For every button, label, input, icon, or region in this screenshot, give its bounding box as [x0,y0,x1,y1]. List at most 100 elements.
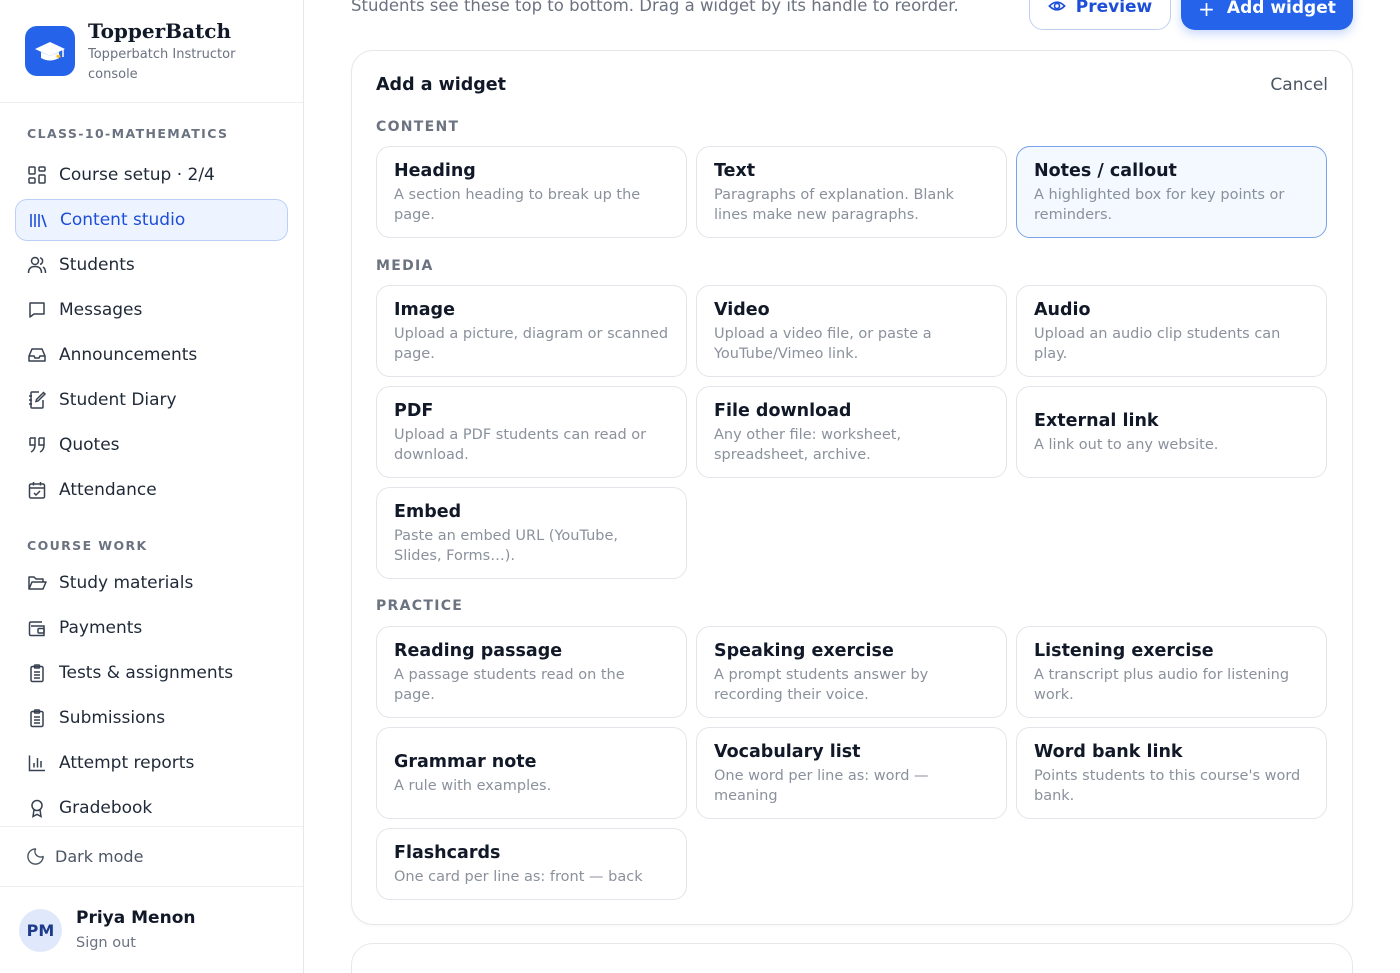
card-description: Upload a picture, diagram or scanned pag… [394,326,669,362]
card-description: A prompt students answer by recording th… [714,667,929,703]
sidebar: TopperBatch Topperbatch Instructor conso… [0,0,304,973]
card-title: Flashcards [394,843,501,863]
sidebar-item-students[interactable]: Students [15,244,288,286]
sidebar-item-label: Submissions [59,708,166,728]
brand-subtitle: Topperbatch Instructor console [88,47,236,82]
widget-card-image[interactable]: Image Upload a picture, diagram or scann… [376,285,687,377]
card-title: File download [714,401,852,421]
group-label-media: MEDIA [376,258,434,274]
avatar: PM [19,908,62,952]
add-widget-panel: Add a widget Cancel CONTENT Heading A se… [351,50,1353,925]
sidebar-item-label: Students [59,255,135,275]
clipboard-list-icon [26,662,48,684]
brand-name: TopperBatch [88,19,231,43]
card-description: A section heading to break up the page. [394,187,641,223]
card-description: A rule with examples. [394,778,552,794]
users-icon [26,254,48,276]
profile-name: Priya Menon [76,908,196,928]
message-icon [26,299,48,321]
brand-header: TopperBatch Topperbatch Instructor conso… [0,0,303,103]
calendar-check-icon [26,479,48,501]
sidebar-item-student-diary[interactable]: Student Diary [15,379,288,421]
widget-order-instruction: Students see these top to bottom. Drag a… [351,0,959,15]
widget-card-notes-callout[interactable]: Notes / callout A highlighted box for ke… [1016,146,1327,238]
plus-icon: + [1198,0,1215,21]
sidebar-item-label: Payments [59,618,143,638]
sidebar-item-label: Attempt reports [59,753,195,773]
card-title: Heading [394,161,476,181]
preview-label: Preview [1075,0,1153,17]
sidebar-item-payments[interactable]: Payments [15,607,288,649]
sidebar-item-content-studio[interactable]: Content studio [15,199,288,241]
sidebar-item-quotes[interactable]: Quotes [15,424,288,466]
sidebar-item-attendance[interactable]: Attendance [15,469,288,511]
widget-card-heading[interactable]: Heading A section heading to break up th… [376,146,687,238]
card-description: Upload a PDF students can read or downlo… [394,427,647,463]
inbox-icon [26,344,48,366]
sidebar-item-label: Attendance [59,480,157,500]
sidebar-item-label: Quotes [59,435,120,455]
wallet-icon [26,617,48,639]
widget-card-listening-exercise[interactable]: Listening exercise A transcript plus aud… [1016,626,1327,718]
folder-open-icon [26,572,48,594]
card-title: Listening exercise [1034,641,1214,661]
bar-chart-icon [26,752,48,774]
card-description: Upload an audio clip students can play. [1034,326,1281,362]
card-description: Any other file: worksheet, spreadsheet, … [714,427,902,463]
dark-mode-label: Dark mode [55,847,144,866]
widget-card-word-bank-link[interactable]: Word bank link Points students to this c… [1016,727,1327,819]
nav-section-course-work: COURSE WORK [27,538,148,553]
library-icon [27,209,49,231]
card-title: Notes / callout [1034,161,1177,181]
moon-icon [26,847,45,866]
widget-card-audio[interactable]: Audio Upload an audio clip students can … [1016,285,1327,377]
sidebar-item-label: Student Diary [59,390,177,410]
sidebar-item-tests-assignments[interactable]: Tests & assignments [15,652,288,694]
sidebar-item-announcements[interactable]: Announcements [15,334,288,376]
card-title: Video [714,300,770,320]
group-label-content: CONTENT [376,119,460,135]
user-profile: PM Priya Menon Sign out [0,887,303,973]
widget-card-flashcards[interactable]: Flashcards One card per line as: front —… [376,828,687,900]
award-icon [26,797,48,819]
graduation-cap-logo-icon [25,26,75,76]
widget-card-grammar-note[interactable]: Grammar note A rule with examples. [376,727,687,819]
widget-card-file-download[interactable]: File download Any other file: worksheet,… [696,386,1007,478]
cancel-button[interactable]: Cancel [1270,75,1328,95]
sidebar-item-gradebook[interactable]: Gradebook [15,787,288,829]
widget-card-reading-passage[interactable]: Reading passage A passage students read … [376,626,687,718]
sidebar-item-label: Announcements [59,345,198,365]
sidebar-item-course-setup[interactable]: Course setup · 2/4 [15,154,288,196]
preview-button[interactable]: Preview [1029,0,1171,30]
widget-list-panel [351,943,1353,973]
widget-card-video[interactable]: Video Upload a video file, or paste a Yo… [696,285,1007,377]
card-title: Audio [1034,300,1091,320]
card-description: A transcript plus audio for listening wo… [1034,667,1290,703]
add-widget-button[interactable]: + Add widget [1181,0,1353,30]
clipboard-list-icon [26,707,48,729]
sidebar-item-attempt-reports[interactable]: Attempt reports [15,742,288,784]
widget-card-pdf[interactable]: PDF Upload a PDF students can read or do… [376,386,687,478]
widget-card-speaking-exercise[interactable]: Speaking exercise A prompt students answ… [696,626,1007,718]
nav-section-class: CLASS-10-MATHEMATICS [27,126,229,141]
quote-icon [26,434,48,456]
card-title: Embed [394,502,462,522]
dark-mode-toggle[interactable]: Dark mode [0,826,303,887]
sidebar-item-label: Tests & assignments [59,663,234,683]
card-description: Paste an embed URL (YouTube, Slides, For… [394,528,619,564]
card-description: One card per line as: front — back [394,869,643,885]
widget-card-embed[interactable]: Embed Paste an embed URL (YouTube, Slide… [376,487,687,579]
card-title: Reading passage [394,641,563,661]
notebook-pen-icon [26,389,48,411]
widget-card-external-link[interactable]: External link A link out to any website. [1016,386,1327,478]
grid-icon [26,164,48,186]
sign-out-link[interactable]: Sign out [76,931,195,955]
group-label-practice: PRACTICE [376,598,464,614]
sidebar-item-submissions[interactable]: Submissions [15,697,288,739]
widget-card-vocabulary-list[interactable]: Vocabulary list One word per line as: wo… [696,727,1007,819]
widget-card-text[interactable]: Text Paragraphs of explanation. Blank li… [696,146,1007,238]
sidebar-item-messages[interactable]: Messages [15,289,288,331]
sidebar-item-label: Messages [59,300,143,320]
sidebar-item-study-materials[interactable]: Study materials [15,562,288,604]
sidebar-item-label: Gradebook [59,798,153,818]
